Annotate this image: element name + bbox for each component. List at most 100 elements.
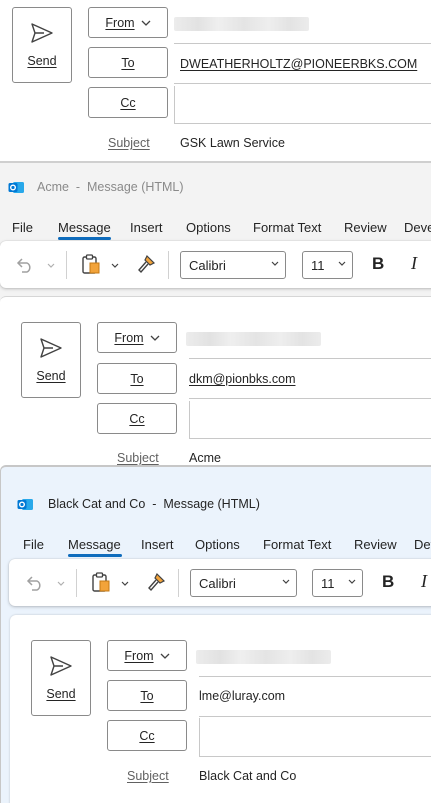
to-button[interactable]: To [97,363,177,394]
title-bar: Acme - Message (HTML) [0,163,431,209]
cc-label: Cc [120,95,136,110]
send-icon [40,338,62,358]
title-bar: Black Cat and Co - Message (HTML) [1,467,431,513]
menu-review[interactable]: Review [344,220,387,235]
menu-insert[interactable]: Insert [141,537,174,552]
chevron-down-icon [271,261,279,266]
subject-label: Subject [117,451,159,465]
menu-review[interactable]: Review [354,537,397,552]
subject-field[interactable]: GSK Lawn Service [180,136,285,150]
from-field-underline [174,43,431,44]
subject-field[interactable]: Black Cat and Co [199,769,296,783]
window-title: Black Cat and Co - Message (HTML) [48,497,260,511]
menu-message[interactable]: Message [58,220,111,235]
cc-button[interactable]: Cc [88,87,168,118]
font-name-dropdown[interactable]: Calibri [180,251,286,279]
subject-label: Subject [108,136,150,150]
chevron-down-icon [282,579,290,584]
menu-developer[interactable]: Dev [414,537,431,552]
ribbon-toolbar: Calibri 11 B I [9,559,431,606]
cc-label: Cc [129,411,145,426]
message-window-2: Acme - Message (HTML) File Message Inser… [0,163,431,465]
send-icon [50,656,72,676]
undo-icon[interactable] [14,255,34,273]
send-label: Send [46,687,76,701]
from-button[interactable]: From [97,322,177,353]
menu-bar: File Message Insert Options Format Text … [0,216,431,242]
from-address-redacted [196,650,331,664]
menu-insert[interactable]: Insert [130,220,163,235]
send-label: Send [36,369,66,383]
menu-file[interactable]: File [23,537,44,552]
menu-format-text[interactable]: Format Text [263,537,331,552]
menu-format-text[interactable]: Format Text [253,220,321,235]
ribbon-separator [178,569,179,597]
compose-area: Send From To dkm@pionbks.com Cc Subject … [0,296,431,465]
from-label: From [124,648,154,663]
menu-options[interactable]: Options [186,220,231,235]
to-button[interactable]: To [107,680,187,711]
italic-button[interactable]: I [421,571,427,592]
from-label: From [114,330,144,345]
font-size-dropdown[interactable]: 11 [312,569,363,597]
from-button[interactable]: From [107,640,187,671]
format-painter-icon[interactable] [135,253,157,275]
font-name-value: Calibri [189,258,226,273]
active-tab-indicator [68,554,122,557]
compose-area: Send From To lme@luray.com Cc Subject Bl… [10,615,431,803]
to-button[interactable]: To [88,47,168,78]
font-size-dropdown[interactable]: 11 [302,251,353,279]
send-label: Send [27,54,57,68]
to-field-underline [199,716,431,717]
menu-developer[interactable]: Deve [404,220,431,235]
chevron-down-icon [141,20,151,26]
subject-label: Subject [127,769,169,783]
send-icon [31,23,53,43]
ribbon-separator [168,251,169,279]
to-recipient[interactable]: lme@luray.com [199,689,285,703]
to-label: To [140,688,154,703]
menu-file[interactable]: File [12,220,33,235]
chevron-down-icon[interactable] [57,581,65,586]
font-name-value: Calibri [199,576,236,591]
format-painter-icon[interactable] [145,571,167,593]
chevron-down-icon [150,335,160,341]
cc-field-underline [189,438,431,439]
menu-options[interactable]: Options [195,537,240,552]
font-size-value: 11 [321,576,335,591]
bold-button[interactable]: B [382,572,394,592]
chevron-down-icon[interactable] [121,581,129,586]
font-size-value: 11 [311,258,325,273]
from-address-redacted [186,332,321,346]
to-label: To [130,371,144,386]
outlook-icon [17,499,33,510]
chevron-down-icon[interactable] [111,263,119,268]
subject-field[interactable]: Acme [189,451,221,465]
to-recipient[interactable]: DWEATHERHOLTZ@PIONEERBKS.COM [180,57,417,71]
from-label: From [105,15,135,30]
clipboard-paste-icon[interactable] [80,253,102,275]
italic-button[interactable]: I [411,253,417,274]
chevron-down-icon[interactable] [47,263,55,268]
chevron-down-icon [348,579,356,584]
bold-button[interactable]: B [372,254,384,274]
send-button[interactable]: Send [12,7,72,83]
ribbon-toolbar: Calibri 11 B I [0,241,431,288]
cc-button[interactable]: Cc [107,720,187,751]
cc-button[interactable]: Cc [97,403,177,434]
font-name-dropdown[interactable]: Calibri [190,569,297,597]
ribbon-separator [66,251,67,279]
ribbon-separator [76,569,77,597]
from-field-underline [199,676,431,677]
clipboard-paste-icon[interactable] [90,571,112,593]
send-button[interactable]: Send [31,640,91,716]
cc-label: Cc [139,728,155,743]
to-recipient[interactable]: dkm@pionbks.com [189,372,295,386]
cc-field-underline [174,123,431,124]
undo-icon[interactable] [24,573,44,591]
menu-message[interactable]: Message [68,537,121,552]
send-button[interactable]: Send [21,322,81,398]
cc-field-edge [174,86,175,123]
chevron-down-icon [160,653,170,659]
from-button[interactable]: From [88,7,168,38]
